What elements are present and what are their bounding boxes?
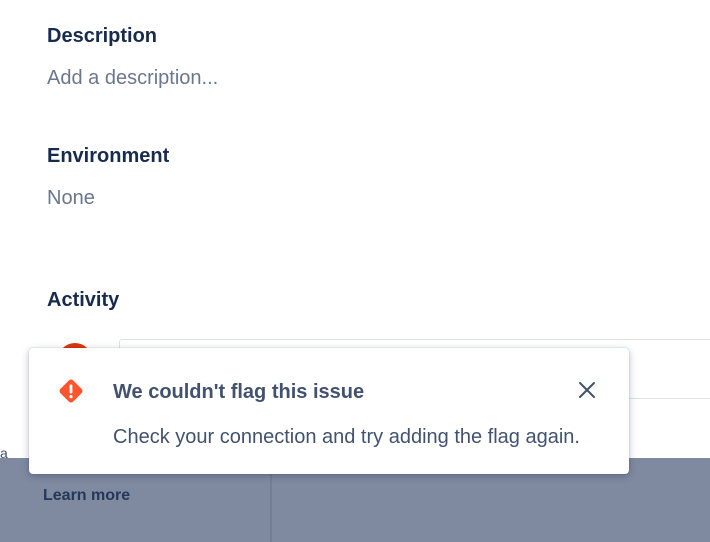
learn-more-link[interactable]: Learn more (43, 486, 130, 506)
environment-field[interactable]: None (47, 186, 95, 210)
flag-description: Check your connection and try adding the… (113, 426, 580, 448)
description-heading: Description (47, 25, 158, 47)
flag-title: We couldn't flag this issue (113, 381, 365, 403)
edge-text: a (0, 445, 8, 461)
description-field[interactable]: Add a description... (47, 66, 218, 90)
error-flag: We couldn't flag this issue Check your c… (29, 348, 629, 474)
close-icon[interactable] (575, 378, 599, 402)
error-icon (57, 377, 85, 405)
activity-heading: Activity (47, 289, 120, 311)
environment-heading: Environment (47, 145, 170, 167)
page: Description Add a description... Environ… (0, 0, 710, 542)
